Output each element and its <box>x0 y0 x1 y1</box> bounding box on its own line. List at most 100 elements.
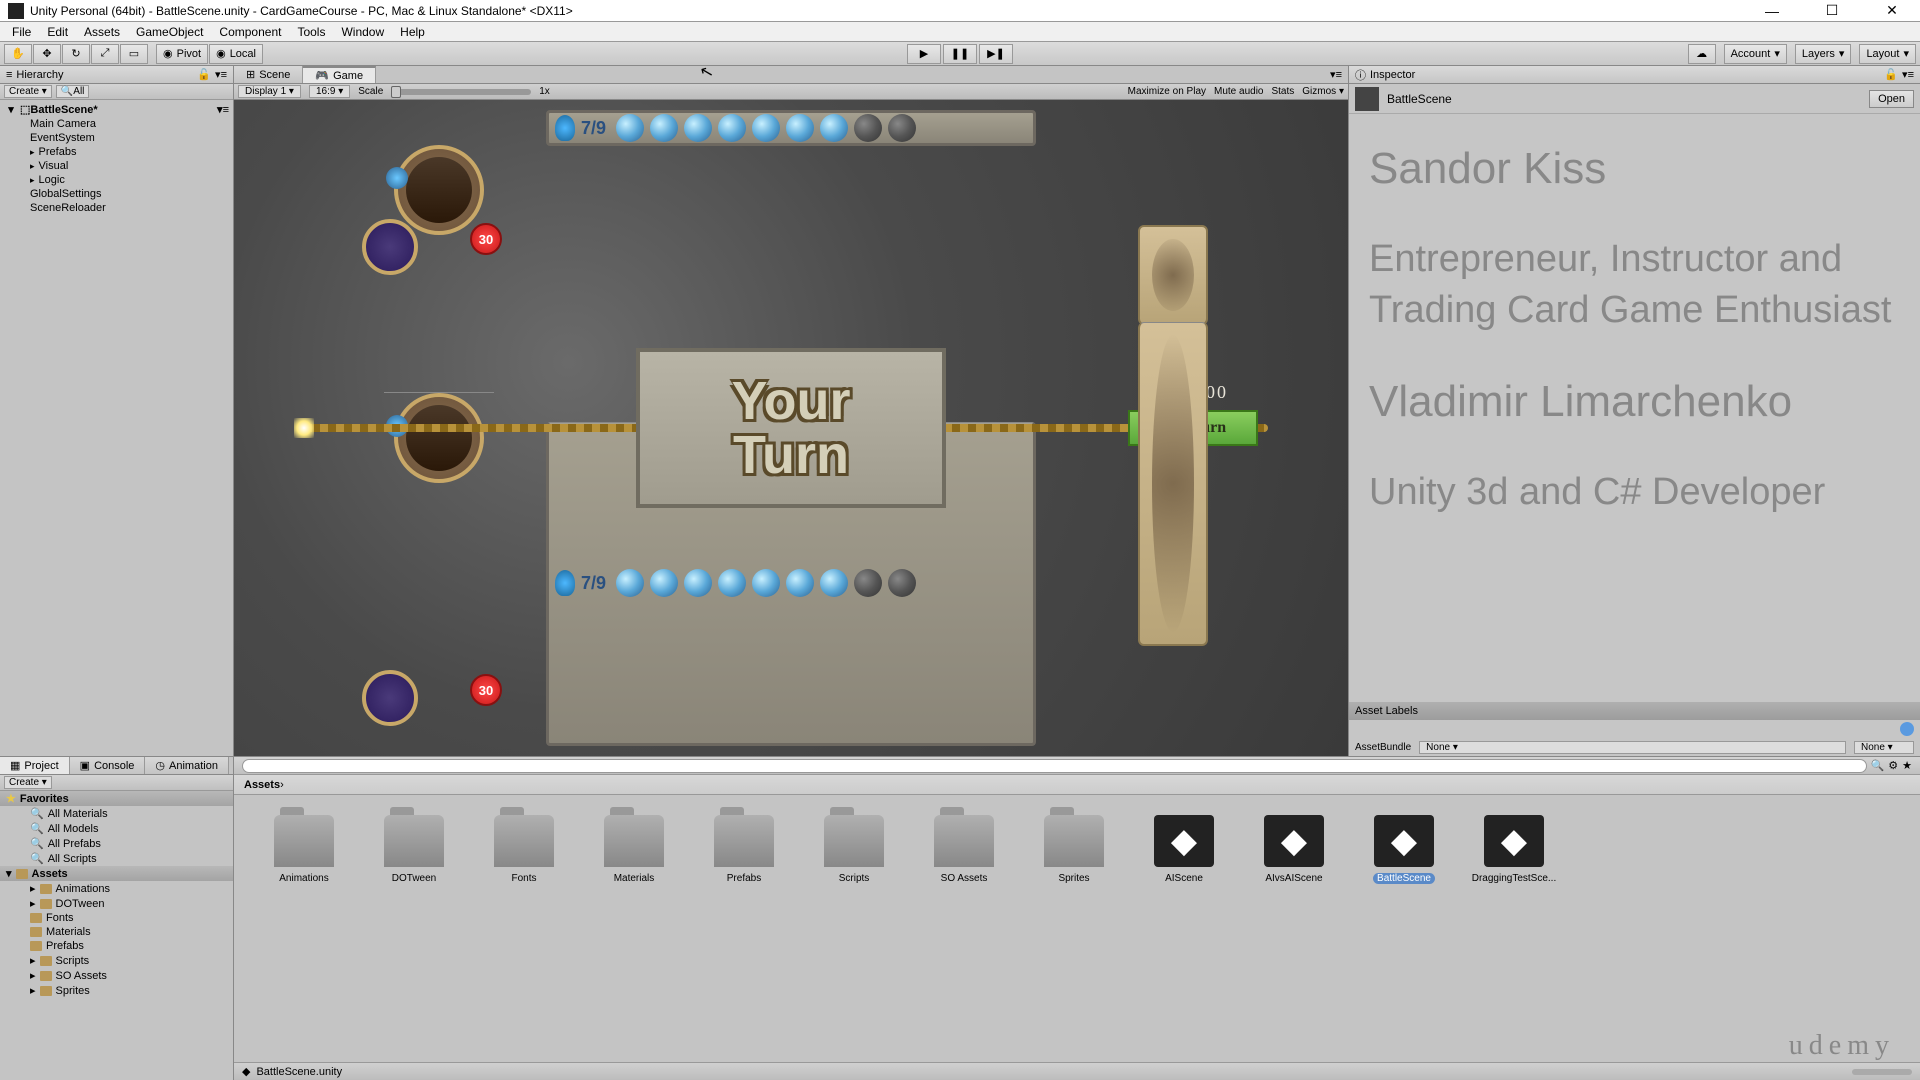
menu-file[interactable]: File <box>4 23 39 41</box>
aspect-dropdown[interactable]: 16:9 ▾ <box>309 85 350 98</box>
star-icon[interactable]: ★ <box>1902 759 1912 772</box>
game-view[interactable]: 7/9 7/9 30 30 Your Turn <box>234 100 1348 756</box>
asset-item[interactable]: Scripts <box>814 815 894 884</box>
scale-tool-icon[interactable]: ⤢ <box>91 44 119 64</box>
menu-help[interactable]: Help <box>392 23 433 41</box>
menu-component[interactable]: Component <box>211 23 289 41</box>
assets-search-input[interactable] <box>242 759 1867 773</box>
folder-item[interactable]: Prefabs <box>0 939 233 953</box>
project-tab[interactable]: ▦ Project <box>0 757 70 774</box>
asset-item[interactable]: Sprites <box>1034 815 1114 884</box>
favorite-item[interactable]: 🔍All Models <box>0 821 233 836</box>
menu-edit[interactable]: Edit <box>39 23 76 41</box>
layout-dropdown[interactable]: Layout ▾ <box>1859 44 1916 64</box>
asset-item[interactable]: AIScene <box>1144 815 1224 884</box>
filter-icon[interactable]: ⚙ <box>1888 759 1898 772</box>
folder-item[interactable]: ▸Sprites <box>0 983 233 998</box>
folder-item[interactable]: ▸SO Assets <box>0 968 233 983</box>
move-tool-icon[interactable]: ✥ <box>33 44 61 64</box>
search-icon[interactable]: 🔍 <box>1871 759 1885 772</box>
pause-button[interactable]: ❚❚ <box>943 44 977 64</box>
favorite-item[interactable]: 🔍All Scripts <box>0 851 233 866</box>
scale-slider[interactable] <box>391 89 531 95</box>
lock-icon[interactable]: 🔓 <box>1884 68 1898 81</box>
folder-item[interactable]: ▸Animations <box>0 881 233 896</box>
asset-item[interactable]: SO Assets <box>924 815 1004 884</box>
game-tab[interactable]: 🎮 Game <box>303 66 376 83</box>
pivot-toggle[interactable]: ◉ Pivot <box>156 44 208 64</box>
favorites-header[interactable]: ★Favorites <box>0 791 233 806</box>
menu-tools[interactable]: Tools <box>289 23 333 41</box>
menu-gameobject[interactable]: GameObject <box>128 23 211 41</box>
account-dropdown[interactable]: Account ▾ <box>1724 44 1787 64</box>
maximize-toggle[interactable]: Maximize on Play <box>1128 86 1206 97</box>
lock-icon[interactable]: 🔓 <box>197 68 211 81</box>
hierarchy-item[interactable]: GlobalSettings <box>0 187 233 201</box>
minimize-button[interactable]: — <box>1752 1 1792 21</box>
scene-tab[interactable]: ⊞ Scene <box>234 66 303 83</box>
open-button[interactable]: Open <box>1869 90 1914 108</box>
opponent-hero[interactable]: 30 <box>384 145 494 265</box>
assetbundle-variant-dropdown[interactable]: None ▾ <box>1854 741 1914 754</box>
hierarchy-tab[interactable]: ≡ Hierarchy 🔓 ▾≡ <box>0 66 233 84</box>
hand-tool-icon[interactable]: ✋ <box>4 44 32 64</box>
local-toggle[interactable]: ◉ Local <box>209 44 263 64</box>
layers-dropdown[interactable]: Layers ▾ <box>1795 44 1852 64</box>
scene-root[interactable]: ▾⬚ BattleScene*▾≡ <box>0 102 233 117</box>
asset-item[interactable]: Fonts <box>484 815 564 884</box>
display-dropdown[interactable]: Display 1 ▾ <box>238 85 301 98</box>
folder-item[interactable]: Materials <box>0 925 233 939</box>
asset-item[interactable]: AIvsAIScene <box>1254 815 1334 884</box>
play-button[interactable]: ▶ <box>907 44 941 64</box>
asset-item[interactable]: BattleScene <box>1364 815 1444 884</box>
mute-toggle[interactable]: Mute audio <box>1214 86 1263 97</box>
hero-power-icon[interactable] <box>362 219 418 275</box>
animation-tab[interactable]: ◷ Animation <box>145 757 229 774</box>
create-dropdown[interactable]: Create ▾ <box>4 85 52 98</box>
hierarchy-item[interactable]: Main Camera <box>0 117 233 131</box>
rotate-tool-icon[interactable]: ↻ <box>62 44 90 64</box>
thumbnail-size-slider[interactable] <box>1852 1069 1912 1075</box>
console-tab[interactable]: ▣ Console <box>70 757 146 774</box>
close-button[interactable]: ✕ <box>1872 1 1912 21</box>
cloud-icon[interactable]: ☁ <box>1688 44 1716 64</box>
hierarchy-tree[interactable]: ▾⬚ BattleScene*▾≡ Main Camera EventSyste… <box>0 100 233 756</box>
label-tag-icon[interactable] <box>1900 722 1914 736</box>
folder-item[interactable]: ▸DOTween <box>0 896 233 911</box>
assets-header[interactable]: ▾ Assets <box>0 866 233 881</box>
rect-tool-icon[interactable]: ▭ <box>120 44 148 64</box>
hero-power-icon[interactable] <box>362 670 418 726</box>
hierarchy-item[interactable]: EventSystem <box>0 131 233 145</box>
hierarchy-item[interactable]: Visual <box>0 159 233 173</box>
inspector-tab[interactable]: ⓘ Inspector 🔓 ▾≡ <box>1349 66 1920 84</box>
hierarchy-item[interactable]: Logic <box>0 173 233 187</box>
stats-toggle[interactable]: Stats <box>1271 86 1294 97</box>
hierarchy-item[interactable]: SceneReloader <box>0 201 233 215</box>
folder-item[interactable]: Fonts <box>0 911 233 925</box>
menu-window[interactable]: Window <box>333 23 392 41</box>
menu-assets[interactable]: Assets <box>76 23 128 41</box>
folder-item[interactable]: ▸Scripts <box>0 953 233 968</box>
search-filter[interactable]: 🔍All <box>56 85 90 98</box>
breadcrumb[interactable]: Assets › <box>234 775 1920 795</box>
opponent-deck[interactable] <box>1138 225 1208 325</box>
gizmos-dropdown[interactable]: Gizmos ▾ <box>1302 86 1344 97</box>
asset-item[interactable]: DOTween <box>374 815 454 884</box>
favorite-item[interactable]: 🔍All Materials <box>0 806 233 821</box>
player-deck[interactable] <box>1138 322 1208 646</box>
asset-item[interactable]: Animations <box>264 815 344 884</box>
asset-item[interactable]: DraggingTestSce... <box>1474 815 1554 884</box>
project-tree[interactable]: ★Favorites 🔍All Materials 🔍All Models 🔍A… <box>0 791 233 1080</box>
maximize-button[interactable]: ☐ <box>1812 1 1852 21</box>
hierarchy-item[interactable]: Prefabs <box>0 145 233 159</box>
asset-item[interactable]: Materials <box>594 815 674 884</box>
favorite-item[interactable]: 🔍All Prefabs <box>0 836 233 851</box>
asset-item[interactable]: Prefabs <box>704 815 784 884</box>
tab-options-icon[interactable]: ▾≡ <box>1324 66 1348 83</box>
assetbundle-dropdown[interactable]: None ▾ <box>1419 741 1846 754</box>
create-dropdown[interactable]: Create ▾ <box>4 776 52 789</box>
asset-labels-header[interactable]: Asset Labels <box>1349 702 1920 720</box>
step-button[interactable]: ▶❚ <box>979 44 1013 64</box>
assets-grid[interactable]: Animations DOTween Fonts Materials Prefabs Sc… <box>234 795 1920 1062</box>
player-hero[interactable]: 30 <box>384 392 494 716</box>
